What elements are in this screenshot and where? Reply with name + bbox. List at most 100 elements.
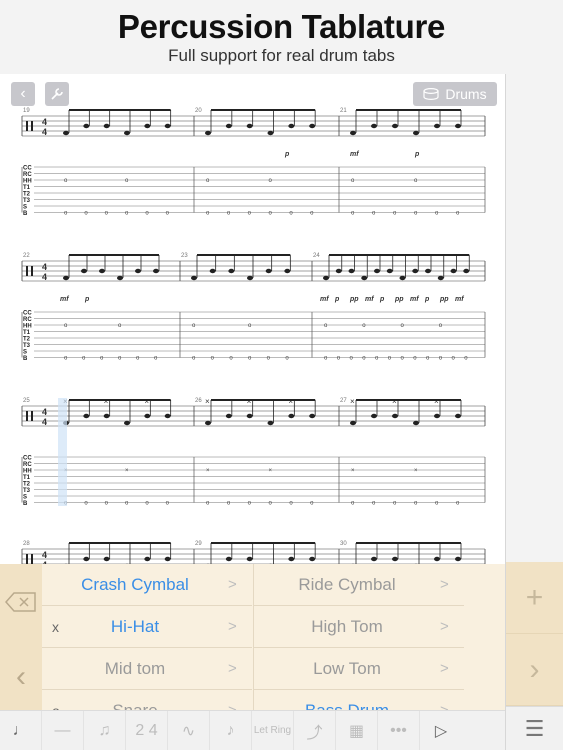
- note-head: [117, 275, 123, 281]
- tab-hit: o: [372, 501, 376, 507]
- note-head: [164, 413, 171, 419]
- tab-hit: o: [456, 501, 460, 507]
- chevron-right-icon: >: [228, 660, 237, 677]
- cymbal-mark: ×: [392, 397, 397, 406]
- tab-hit: o: [206, 178, 210, 184]
- note-head: [399, 275, 406, 281]
- tab-hit: o: [105, 501, 109, 507]
- dynamic-mark: p: [414, 151, 420, 158]
- note-head: [371, 556, 377, 562]
- rest-button[interactable]: —: [42, 710, 84, 750]
- note-head: [124, 130, 130, 136]
- note-head: [191, 275, 197, 281]
- note-head: [99, 268, 105, 274]
- note-head: [371, 123, 377, 129]
- tab-hit: o: [118, 356, 122, 362]
- note-head: [284, 268, 291, 274]
- tab-hit: o: [105, 211, 109, 217]
- note-head: [144, 556, 151, 562]
- chevron-right-icon: >: [228, 618, 237, 635]
- chevron-left-icon: ‹: [16, 659, 26, 693]
- note-head: [323, 275, 329, 281]
- tab-hit: o: [269, 211, 273, 217]
- chevron-right-icon: >: [440, 618, 449, 635]
- slide-button[interactable]: ⤴: [294, 710, 336, 750]
- tools-button[interactable]: [45, 82, 69, 106]
- quarter-note-icon: ♩: [12, 721, 29, 739]
- let-ring-button[interactable]: Let Ring: [252, 710, 294, 750]
- tab-hit: o: [414, 178, 418, 184]
- triplet-label: 2 4: [135, 721, 158, 739]
- tab-hit: o: [248, 356, 252, 362]
- add-button[interactable]: +: [506, 562, 563, 634]
- percussion-clef: [26, 266, 28, 276]
- tab-hit: o: [100, 356, 104, 362]
- eighth-note-button[interactable]: ♫: [84, 710, 126, 750]
- percussion-clef: [31, 266, 33, 276]
- note-head: [246, 556, 253, 562]
- dynamic-mark: pp: [394, 296, 404, 303]
- menu-button[interactable]: ☰: [506, 706, 563, 750]
- tab-label: T1: [23, 330, 31, 336]
- tab-hit: o: [145, 211, 149, 217]
- instrument-left-0[interactable]: Crash Cymbal >: [42, 564, 252, 606]
- tab-hit: ×: [269, 468, 273, 474]
- chevron-right-icon: >: [228, 576, 237, 593]
- tab-label: T2: [23, 192, 31, 198]
- play-icon: ▷: [434, 722, 448, 740]
- percussion-clef: [26, 121, 28, 131]
- slide-icon: ⤴: [306, 724, 323, 742]
- instrument-left-2[interactable]: Mid tom >: [42, 648, 252, 690]
- next-button[interactable]: ›: [506, 634, 563, 706]
- drums-label: Drums: [445, 86, 487, 102]
- tab-hit: o: [192, 323, 196, 329]
- note-head: [225, 413, 232, 419]
- note-head: [103, 123, 110, 129]
- chevron-left-icon: ‹: [20, 85, 26, 102]
- time-sig-top: 4: [42, 407, 47, 417]
- measure-number: 23: [181, 253, 188, 259]
- grace-button[interactable]: ♪: [210, 710, 252, 750]
- note-head: [288, 556, 295, 562]
- tab-hit: o: [452, 356, 456, 362]
- note-toolbar: ♩ — ♫ 2 4 ∿ ♪ Let Ring ⤴ ▦ ••• ▷: [0, 710, 505, 750]
- score-view[interactable]: 19 20 2144p mf pCCRCHHT1T2T3SB ooo o ooo o ooo o oo…: [0, 74, 506, 564]
- back-button[interactable]: ‹: [11, 82, 35, 106]
- tab-hit: o: [154, 356, 158, 362]
- note-head: [246, 413, 253, 419]
- tab-hit: o: [435, 211, 439, 217]
- delete-button[interactable]: [0, 564, 42, 639]
- more-button[interactable]: •••: [378, 710, 420, 750]
- instrument-right-1[interactable]: High Tom >: [254, 606, 464, 648]
- tie-button[interactable]: ∿: [168, 710, 210, 750]
- instrument-right-2[interactable]: Low Tom >: [254, 648, 464, 690]
- quarter-note-button[interactable]: ♩: [0, 710, 42, 750]
- time-sig-top: 4: [42, 117, 47, 127]
- tab-hit: o: [351, 211, 355, 217]
- measure-number: 22: [23, 253, 30, 259]
- tab-label: T3: [23, 198, 31, 204]
- grace-icon: ♪: [226, 721, 235, 739]
- tab-label: T1: [23, 475, 31, 481]
- tab-label: B: [23, 356, 28, 362]
- tab-hit: o: [64, 323, 68, 329]
- tab-label: B: [23, 501, 28, 507]
- tab-label: HH: [23, 469, 32, 475]
- cymbal-mark: ×: [247, 397, 252, 406]
- dynamic-mark: pp: [439, 296, 449, 303]
- drums-button[interactable]: Drums: [413, 82, 497, 106]
- triplet-button[interactable]: 2 4: [126, 710, 168, 750]
- measure-number: 27: [340, 398, 347, 404]
- instrument-right-0[interactable]: Ride Cymbal >: [254, 564, 464, 606]
- previous-button[interactable]: ‹: [0, 639, 42, 714]
- play-button[interactable]: ▷: [420, 711, 462, 750]
- tab-hit: o: [393, 211, 397, 217]
- tab-label: T2: [23, 337, 31, 343]
- tab-hit: o: [192, 356, 196, 362]
- left-rail: ‹: [0, 564, 42, 714]
- instrument-left-1[interactable]: x Hi-Hat >: [42, 606, 252, 648]
- chord-grid-button[interactable]: ▦: [336, 710, 378, 750]
- note-head: [83, 413, 90, 419]
- tab-label: T2: [23, 482, 31, 488]
- tab-label: CC: [23, 166, 32, 172]
